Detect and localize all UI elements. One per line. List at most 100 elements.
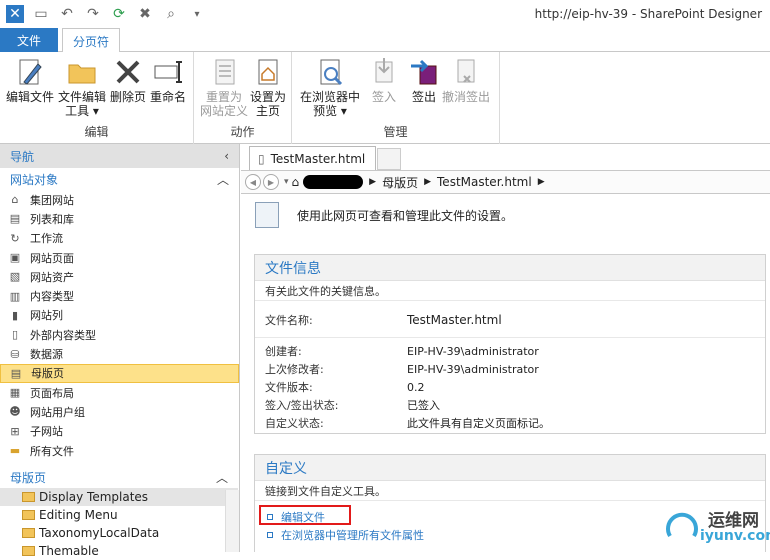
list-item-editing-menu[interactable]: Editing Menu — [0, 506, 238, 524]
group-label-manage: 管理 — [383, 125, 408, 139]
scrollbar[interactable] — [225, 490, 239, 552]
layout-icon: ▦ — [9, 386, 21, 400]
rename-button[interactable]: 重命名 — [150, 56, 186, 104]
info-row: 自定义状态: 此文件具有自定义页面标记。 — [265, 417, 550, 430]
undo-check-out-button[interactable]: 撤消签出 — [442, 56, 490, 104]
refresh-icon[interactable]: ⟳ — [110, 5, 128, 23]
chevron-up-icon[interactable]: ︿ — [216, 469, 228, 486]
nav-header: 导航 ‹ — [0, 144, 239, 168]
redo-icon[interactable]: ↷ — [84, 5, 102, 23]
document-tab[interactable]: ▯ TestMaster.html — [249, 146, 377, 170]
nav-item-team-site[interactable]: ⌂ 集团网站 — [0, 190, 239, 209]
info-row: 创建者: EIP-HV-39\administrator — [265, 344, 539, 359]
history-dropdown-icon[interactable]: ▾ — [284, 177, 289, 187]
reset-page-icon — [215, 59, 235, 85]
chevron-right-icon: ▶ — [424, 177, 432, 187]
nav-item-site-columns[interactable]: ▮ 网站列 — [0, 306, 239, 325]
folder-icon: ▬ — [9, 444, 21, 457]
nav-item-site-groups[interactable]: ☻ 网站用户组 — [0, 402, 239, 421]
tab-pages[interactable]: 分页符 — [62, 28, 120, 53]
customize-qat-icon[interactable]: ▾ — [188, 5, 206, 23]
page-icon: ▯ — [258, 151, 265, 166]
file-info-panel: 文件信息 有关此文件的关键信息。 文件名称: TestMaster.html 创… — [254, 254, 766, 434]
edit-file-link[interactable]: 编辑文件 — [267, 509, 325, 525]
title-bar: ✕ ▭ ↶ ↷ ⟳ ✖ ⌕ ▾ http://eip-hv-39 - Share… — [0, 0, 770, 28]
nav-item-subsites[interactable]: ⊞ 子网站 — [0, 422, 239, 441]
info-row: 签入/签出状态: 已签入 — [265, 399, 440, 412]
collapse-nav-icon[interactable]: ‹ — [224, 149, 229, 163]
external-icon: ▯ — [11, 328, 19, 342]
group-label-actions: 动作 — [230, 125, 255, 139]
undo-icon[interactable]: ↶ — [58, 5, 76, 23]
nav-item-content-types[interactable]: ▥ 内容类型 — [0, 286, 239, 305]
file-name-value[interactable]: TestMaster.html — [407, 313, 502, 327]
ribbon-group-actions: 重置为 网站定义 设置为 主页 动作 — [194, 52, 292, 144]
list-item-themable[interactable]: Themable — [0, 542, 238, 560]
forward-icon[interactable]: ▶ — [263, 174, 279, 190]
bullet-icon — [267, 532, 273, 538]
home-icon: ⌂ — [11, 193, 19, 207]
set-as-home-button[interactable]: 设置为 主页 — [250, 56, 286, 118]
folder-icon — [68, 64, 96, 84]
customize-subtitle: 链接到文件自定义工具。 — [255, 481, 765, 501]
nav-item-external-content-types[interactable]: ▯ 外部内容类型 — [0, 325, 239, 344]
column-icon: ▮ — [11, 308, 19, 322]
nav-section-site-objects[interactable]: 网站对象 ︿ — [0, 168, 239, 190]
check-out-button[interactable]: 签出 — [408, 56, 440, 104]
back-icon[interactable]: ◀ — [245, 174, 261, 190]
folder-icon — [22, 546, 35, 556]
nav-item-site-assets[interactable]: ▧ 网站资产 — [0, 267, 239, 286]
bullet-icon — [267, 514, 273, 520]
main-content: ▯ TestMaster.html ◀ ▶ ▾ ⌂ ▶ 母版页 ▶ TestMa… — [241, 144, 770, 552]
edit-file-button[interactable]: 编辑文件 — [6, 56, 54, 104]
save-icon[interactable]: ▭ — [32, 5, 50, 23]
breadcrumb-master-pages[interactable]: 母版页 — [382, 174, 418, 191]
home-icon[interactable]: ⌂ — [292, 175, 300, 189]
nav-item-all-files[interactable]: ▬ 所有文件 — [0, 441, 239, 460]
nav-item-page-layouts[interactable]: ▦ 页面布局 — [0, 383, 239, 402]
chevron-right-icon: ▶ — [537, 177, 545, 187]
tab-file[interactable]: 文件 — [0, 28, 58, 52]
nav-item-master-pages[interactable]: ▤ 母版页 — [0, 363, 239, 383]
ribbon-tabs: 文件 分页符 — [0, 28, 770, 53]
group-label-edit: 编辑 — [84, 125, 109, 139]
nav-item-lists[interactable]: ▤ 列表和库 — [0, 209, 239, 228]
preview-icon[interactable]: ⌕ — [162, 5, 180, 23]
stop-icon[interactable]: ✖ — [136, 5, 154, 23]
database-icon: ⛁ — [10, 347, 20, 361]
users-icon: ☻ — [9, 405, 21, 419]
edit-file-tools-button[interactable]: 文件编辑 工具 ▾ — [58, 56, 106, 118]
preview-in-browser-button[interactable]: 在浏览器中 预览 ▾ — [300, 56, 360, 118]
master-pages-list: Display Templates Editing Menu TaxonomyL… — [0, 488, 238, 558]
delete-icon — [116, 60, 140, 84]
rename-icon — [154, 61, 182, 83]
info-row: 文件版本: 0.2 — [265, 380, 425, 395]
navigation-pane: 导航 ‹ 网站对象 ︿ ⌂ 集团网站 ▤ 列表和库 ↻ 工作流 ▣ 网站页面 ▧ 网站资产… — [0, 144, 240, 558]
ribbon-group-edit: 编辑文件 文件编辑 工具 ▾ 删除页 重命名 编辑 — [0, 52, 194, 144]
breadcrumb-file[interactable]: TestMaster.html — [437, 175, 532, 189]
undo-check-out-icon — [457, 59, 475, 83]
watermark: 运维网 iyunv.com — [664, 502, 770, 548]
nav-item-site-pages[interactable]: ▣ 网站页面 — [0, 248, 239, 267]
folder-icon — [22, 510, 35, 520]
list-item-taxonomy[interactable]: TaxonomyLocalData — [0, 524, 238, 542]
chevron-up-icon[interactable]: ︿ — [217, 171, 229, 188]
new-tab-button[interactable] — [377, 148, 401, 170]
info-row: 上次修改者: EIP-HV-39\administrator — [265, 362, 539, 377]
delete-page-button[interactable]: 删除页 — [110, 56, 146, 104]
reset-to-site-definition-button[interactable]: 重置为 网站定义 — [200, 56, 248, 118]
app-icon[interactable]: ✕ — [6, 5, 24, 23]
redacted-site-name — [303, 175, 364, 189]
nav-item-data-sources[interactable]: ⛁ 数据源 — [0, 344, 239, 363]
nav-section-master-pages[interactable]: 母版页 ︿ — [0, 466, 238, 488]
window-title: http://eip-hv-39 - SharePoint Designer — [534, 7, 762, 21]
nav-item-workflows[interactable]: ↻ 工作流 — [0, 229, 239, 248]
manage-properties-link[interactable]: 在浏览器中管理所有文件属性 — [267, 527, 424, 543]
workflow-icon: ↻ — [10, 231, 20, 245]
list-item-display-templates[interactable]: Display Templates — [0, 488, 238, 506]
master-page-icon: ▤ — [10, 366, 22, 380]
customize-title: 自定义 — [255, 455, 765, 481]
check-in-button[interactable]: 签入 — [368, 56, 400, 104]
ribbon-group-manage: 在浏览器中 预览 ▾ 签入 签出 撤消签出 管理 — [292, 52, 500, 144]
chevron-right-icon: ▶ — [369, 177, 377, 187]
